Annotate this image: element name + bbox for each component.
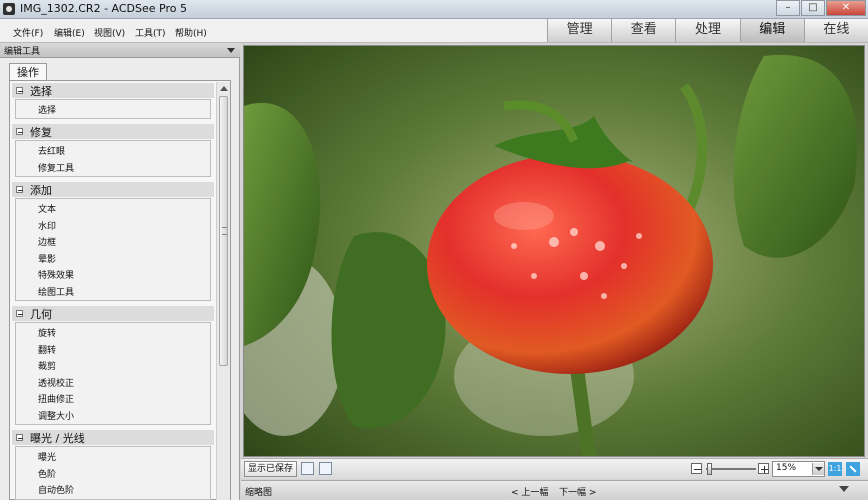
thumbnails-toggle[interactable]: 缩略图 — [245, 485, 272, 498]
tool-levels[interactable]: 色阶 — [38, 467, 56, 480]
chevron-down-icon[interactable] — [812, 463, 824, 475]
mode-tab-process[interactable]: 处理 — [675, 19, 740, 42]
mode-tab-view[interactable]: 查看 — [611, 19, 676, 42]
mode-tab-online[interactable]: 在线 — [803, 19, 868, 42]
menu-edit[interactable]: 编辑(E) — [54, 26, 85, 39]
histogram-icon[interactable] — [319, 462, 332, 475]
tool-red-eye[interactable]: 去红眼 — [38, 144, 65, 157]
collapse-icon[interactable] — [16, 87, 23, 94]
chevron-down-icon[interactable] — [839, 486, 849, 492]
section-header-add[interactable]: 添加 — [12, 182, 214, 197]
status-bar: 缩略图 < 上一幅 下一幅 > — [241, 480, 868, 500]
section-title: 选择 — [30, 85, 52, 98]
actual-size-button[interactable]: 1:1 — [828, 462, 842, 476]
section-header-geometry[interactable]: 几何 — [12, 306, 214, 321]
show-saved-button[interactable]: 显示已保存 — [244, 461, 297, 477]
collapse-icon[interactable] — [16, 434, 23, 441]
tomato — [427, 154, 713, 374]
tool-vignette[interactable]: 晕影 — [38, 252, 56, 265]
tool-repair[interactable]: 修复工具 — [38, 161, 74, 174]
section-title: 修复 — [30, 126, 52, 139]
panel-menu-arrow-icon[interactable] — [227, 48, 235, 53]
tool-rotate[interactable]: 旋转 — [38, 326, 56, 339]
compare-icon[interactable] — [301, 462, 314, 475]
mode-tabs: 管理 查看 处理 编辑 在线 — [547, 19, 868, 43]
section-body-add: 文本 水印 边框 晕影 特殊效果 绘图工具 — [15, 198, 211, 301]
panel-title: 编辑工具 — [4, 47, 41, 57]
section-header-select[interactable]: 选择 — [12, 83, 214, 98]
tool-text[interactable]: 文本 — [38, 202, 56, 215]
tool-resize[interactable]: 调整大小 — [38, 409, 74, 422]
tool-select[interactable]: 选择 — [38, 103, 56, 116]
mode-tab-edit[interactable]: 编辑 — [739, 19, 804, 42]
tomato-photo — [244, 46, 864, 456]
section-body-select: 选择 — [15, 99, 211, 119]
edit-tools-panel: 编辑工具 操作 选择 选择 修复 去红眼 修复工具 添加 文本 水印 边框 晕影… — [0, 43, 240, 500]
tool-distortion[interactable]: 扭曲修正 — [38, 392, 74, 405]
menu-file[interactable]: 文件(F) — [13, 26, 43, 39]
tool-auto-levels[interactable]: 自动色阶 — [38, 483, 74, 496]
tool-perspective[interactable]: 透视校正 — [38, 376, 74, 389]
collapse-icon[interactable] — [16, 186, 23, 193]
tool-border[interactable]: 边框 — [38, 235, 56, 248]
section-body-repair: 去红眼 修复工具 — [15, 140, 211, 177]
operations-list: 选择 选择 修复 去红眼 修复工具 添加 文本 水印 边框 晕影 特殊效果 绘图… — [9, 80, 231, 500]
section-title: 几何 — [30, 308, 52, 321]
collapse-icon[interactable] — [16, 310, 23, 317]
zoom-in-button[interactable] — [758, 463, 769, 474]
tool-crop[interactable]: 裁剪 — [38, 359, 56, 372]
tab-operations[interactable]: 操作 — [9, 63, 47, 81]
zoom-select[interactable]: 15% — [772, 461, 825, 477]
grip-icon — [222, 227, 227, 235]
tool-flip[interactable]: 翻转 — [38, 343, 56, 356]
panel-scrollbar[interactable] — [216, 82, 230, 500]
app-icon — [3, 3, 15, 15]
scroll-thumb[interactable] — [219, 96, 228, 366]
zoom-value: 15% — [776, 463, 797, 473]
previous-image-button[interactable]: < 上一幅 — [511, 485, 548, 498]
next-image-button[interactable]: 下一幅 > — [559, 485, 596, 498]
tool-watermark[interactable]: 水印 — [38, 219, 56, 232]
menu-help[interactable]: 帮助(H) — [175, 26, 207, 39]
menu-tools[interactable]: 工具(T) — [135, 26, 166, 39]
section-header-exposure[interactable]: 曝光 / 光线 — [12, 430, 214, 445]
section-title: 曝光 / 光线 — [30, 432, 85, 445]
window-title: IMG_1302.CR2 - ACDSee Pro 5 — [20, 2, 187, 15]
section-body-geometry: 旋转 翻转 裁剪 透视校正 扭曲修正 调整大小 — [15, 322, 211, 425]
minimize-button[interactable]: – — [776, 0, 800, 16]
close-button[interactable]: ✕ — [826, 0, 866, 16]
viewer-toolbar: 显示已保存 15% 1:1 — [241, 458, 868, 479]
section-title: 添加 — [30, 184, 52, 197]
maximize-button[interactable]: □ — [801, 0, 825, 16]
highlight — [494, 202, 554, 230]
scroll-up-icon[interactable] — [218, 83, 229, 94]
tool-drawing[interactable]: 绘图工具 — [38, 285, 74, 298]
tool-exposure[interactable]: 曝光 — [38, 450, 56, 463]
zoom-slider-track[interactable] — [706, 468, 756, 470]
section-header-repair[interactable]: 修复 — [12, 124, 214, 139]
title-bar[interactable]: IMG_1302.CR2 - ACDSee Pro 5 – □ ✕ — [0, 0, 868, 19]
panel-header: 编辑工具 — [0, 43, 240, 58]
menu-view[interactable]: 视图(V) — [94, 26, 125, 39]
tool-special-effects[interactable]: 特殊效果 — [38, 268, 74, 281]
section-body-exposure: 曝光 色阶 自动色阶 — [15, 446, 211, 500]
fullscreen-icon[interactable] — [846, 462, 860, 476]
image-viewer[interactable] — [243, 45, 865, 457]
mode-tab-manage[interactable]: 管理 — [547, 19, 612, 42]
zoom-slider-thumb[interactable] — [707, 463, 712, 475]
collapse-icon[interactable] — [16, 128, 23, 135]
zoom-out-button[interactable] — [691, 463, 702, 474]
